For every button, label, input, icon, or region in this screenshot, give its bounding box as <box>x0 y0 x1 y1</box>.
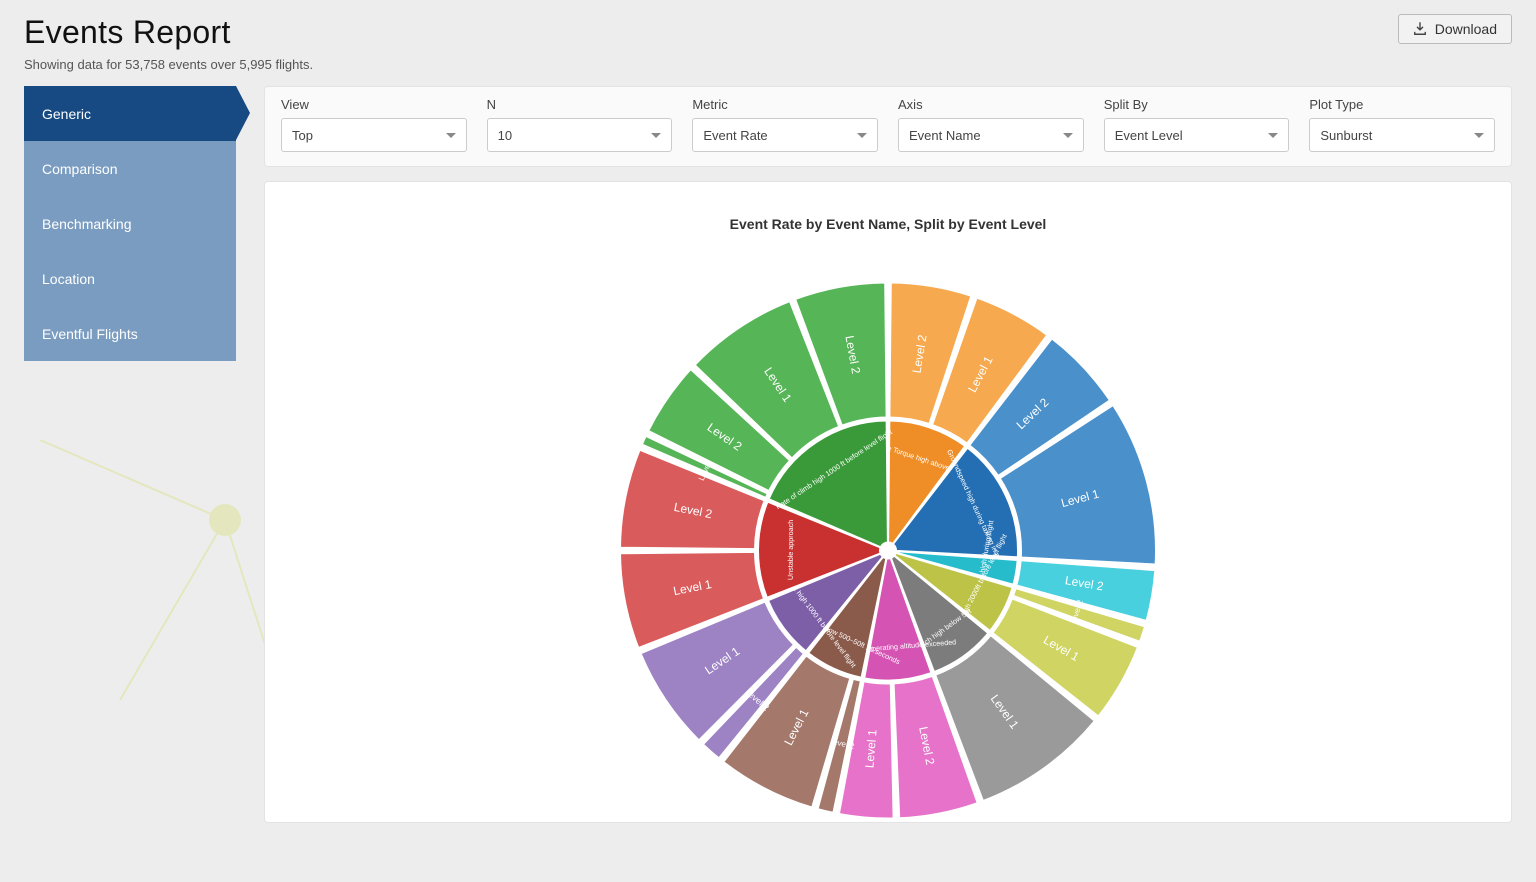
filter-label: Plot Type <box>1309 97 1495 112</box>
sidebar-item-label: Generic <box>42 106 91 122</box>
sidebar-item-benchmarking[interactable]: Benchmarking <box>24 196 236 251</box>
chevron-down-icon <box>1268 133 1278 138</box>
select-value: 10 <box>498 128 512 143</box>
filter-split_by: Split By Event Level <box>1104 97 1290 152</box>
filter-label: View <box>281 97 467 112</box>
sidebar-item-label: Eventful Flights <box>42 326 138 342</box>
select-split_by[interactable]: Event Level <box>1104 118 1290 152</box>
select-value: Top <box>292 128 313 143</box>
sidebar-item-label: Comparison <box>42 161 117 177</box>
select-n[interactable]: 10 <box>487 118 673 152</box>
chart-card: Event Rate by Event Name, Split by Event… <box>264 181 1512 823</box>
filter-label: Axis <box>898 97 1084 112</box>
select-axis[interactable]: Event Name <box>898 118 1084 152</box>
chevron-down-icon <box>651 133 661 138</box>
sidebar-item-generic[interactable]: Generic <box>24 86 236 141</box>
page-subtitle: Showing data for 53,758 events over 5,99… <box>24 57 313 72</box>
select-view[interactable]: Top <box>281 118 467 152</box>
filter-plot_type: Plot Type Sunburst <box>1309 97 1495 152</box>
chevron-down-icon <box>446 133 456 138</box>
download-icon <box>1413 22 1427 36</box>
select-plot_type[interactable]: Sunburst <box>1309 118 1495 152</box>
sidebar-item-location[interactable]: Location <box>24 251 236 306</box>
select-metric[interactable]: Event Rate <box>692 118 878 152</box>
select-value: Event Name <box>909 128 981 143</box>
download-label: Download <box>1435 21 1497 37</box>
sidebar-item-comparison[interactable]: Comparison <box>24 141 236 196</box>
sidebar-item-label: Benchmarking <box>42 216 132 232</box>
filter-label: Metric <box>692 97 878 112</box>
filter-n: N 10 <box>487 97 673 152</box>
chevron-down-icon <box>1063 133 1073 138</box>
chart-title: Event Rate by Event Name, Split by Event… <box>265 182 1511 232</box>
filter-bar: View Top N 10 Metric Event Rate Axis Event Name… <box>264 86 1512 167</box>
filter-label: Split By <box>1104 97 1290 112</box>
page-title: Events Report <box>24 14 313 51</box>
select-value: Event Rate <box>703 128 767 143</box>
download-button[interactable]: Download <box>1398 14 1512 44</box>
chevron-down-icon <box>857 133 867 138</box>
sidebar-item-eventful-flights[interactable]: Eventful Flights <box>24 306 236 361</box>
chevron-down-icon <box>1474 133 1484 138</box>
sunburst-chart[interactable]: Engine Torque high above 90ktsLevel 2Lev… <box>608 271 1168 823</box>
select-value: Event Level <box>1115 128 1183 143</box>
filter-axis: Axis Event Name <box>898 97 1084 152</box>
sidebar-item-label: Location <box>42 271 95 287</box>
filter-metric: Metric Event Rate <box>692 97 878 152</box>
sidebar: Generic Comparison Benchmarking Location Eve… <box>24 86 236 823</box>
filter-view: View Top <box>281 97 467 152</box>
filter-label: N <box>487 97 673 112</box>
select-value: Sunburst <box>1320 128 1372 143</box>
